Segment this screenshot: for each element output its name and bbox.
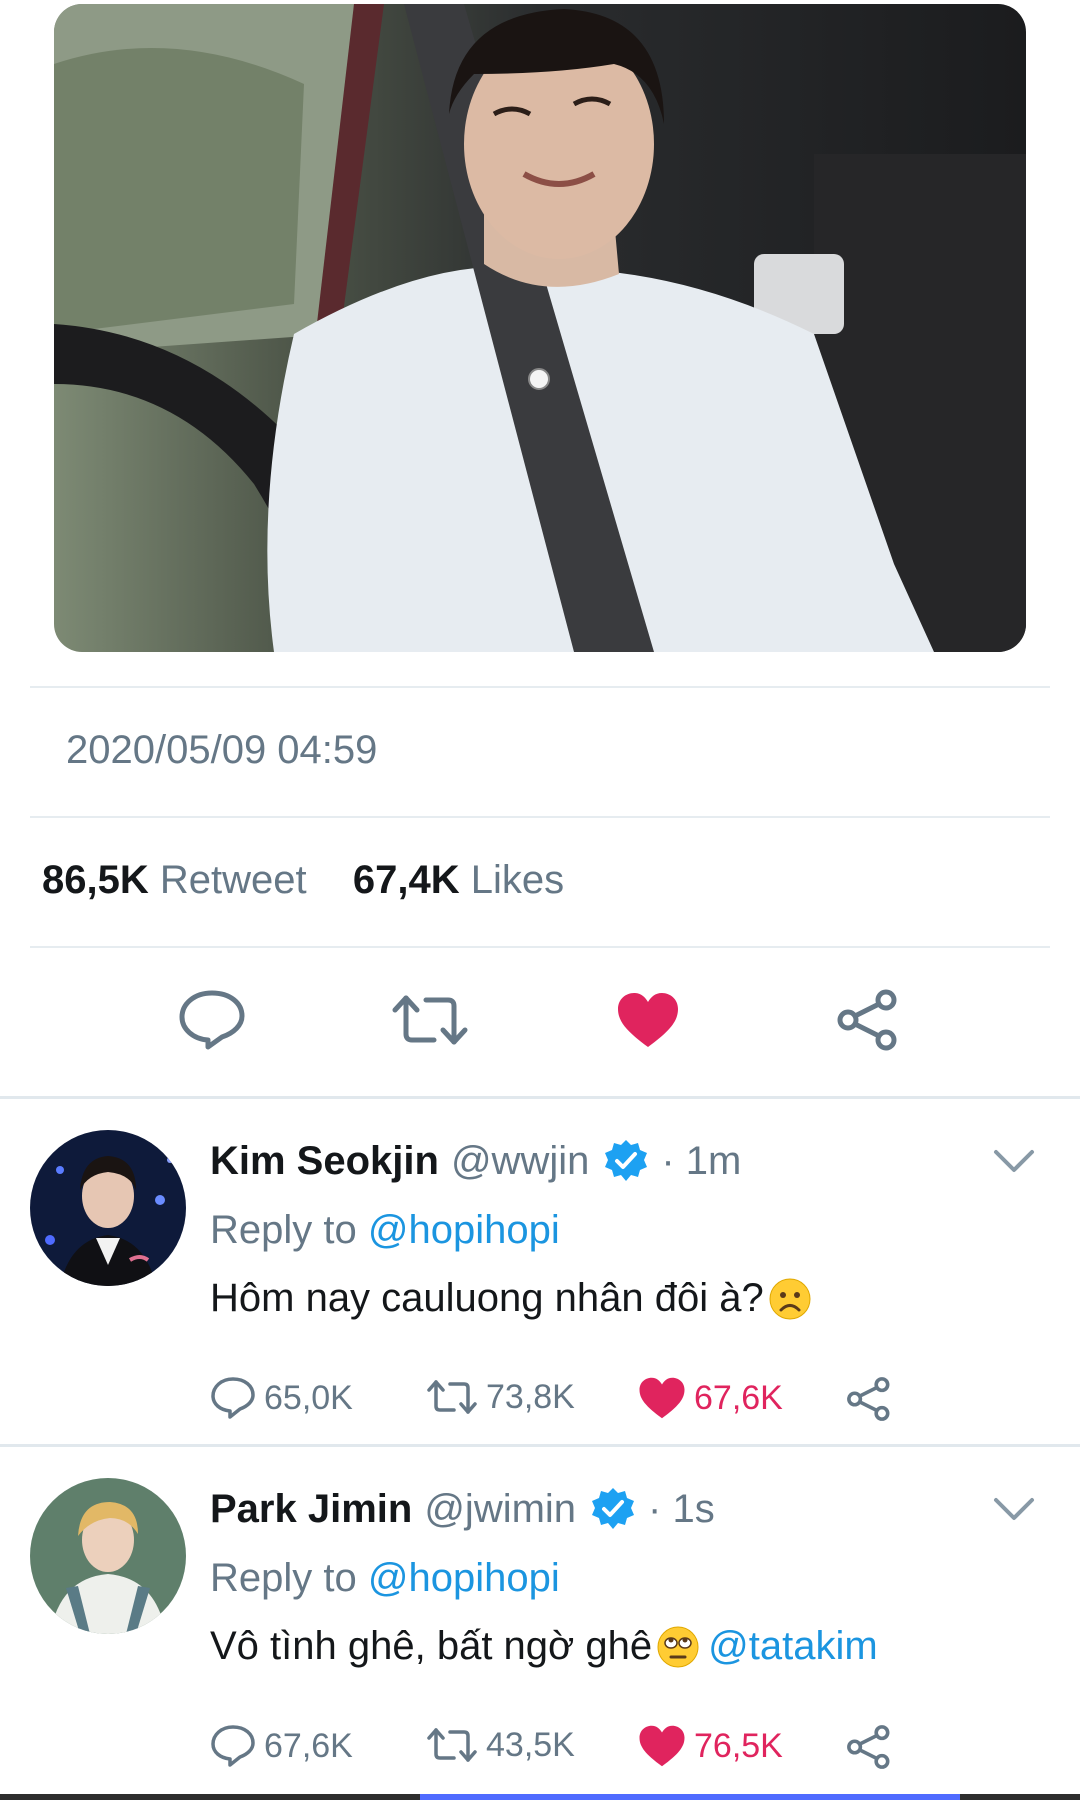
heart-icon — [618, 993, 678, 1047]
reply-text: Vô tình ghê, bất ngờ ghê @tatakim — [210, 1624, 878, 1669]
retweet-label[interactable]: Retweet — [160, 858, 307, 902]
reply-to-label: Reply to — [210, 1208, 357, 1252]
username[interactable]: @wwjin — [451, 1139, 589, 1184]
reply-time: · 1s — [648, 1486, 715, 1531]
share-icon — [837, 989, 897, 1051]
heart-icon — [639, 1377, 685, 1419]
reply-count: 65,0K — [264, 1378, 353, 1417]
divider — [30, 946, 1050, 948]
share-button[interactable] — [846, 1724, 900, 1770]
reply-header: Kim Seokjin @wwjin · 1m — [210, 1138, 741, 1184]
retweet-icon — [427, 1380, 477, 1414]
heart-icon — [639, 1725, 685, 1767]
reply-tweet[interactable]: Park Jimin @jwimin · 1s Reply to @hopiho… — [0, 1448, 1080, 1794]
reply-time: · 1m — [661, 1138, 742, 1183]
reply-to-mention[interactable]: @hopihopi — [368, 1556, 560, 1600]
divider — [30, 816, 1050, 818]
divider — [0, 1444, 1080, 1447]
share-button[interactable] — [826, 978, 910, 1062]
retweet-button[interactable] — [388, 978, 472, 1062]
likes-label[interactable]: Likes — [471, 858, 564, 902]
divider — [30, 686, 1050, 688]
like-count: 76,5K — [694, 1726, 783, 1765]
verified-badge-icon — [603, 1138, 649, 1184]
like-button[interactable]: 67,6K — [638, 1376, 783, 1420]
eye-roll-face-icon — [657, 1626, 699, 1667]
likes-count[interactable]: 67,4K — [353, 858, 460, 902]
reply-button[interactable]: 65,0K — [210, 1376, 353, 1420]
reply-body: Hôm nay cauluong nhân đôi à? — [210, 1276, 764, 1320]
like-button[interactable]: 76,5K — [638, 1724, 783, 1768]
tweet-media-photo[interactable] — [54, 4, 1026, 652]
reply-to-label: Reply to — [210, 1556, 357, 1600]
retweet-icon — [392, 995, 468, 1045]
share-icon — [847, 1725, 890, 1769]
avatar[interactable] — [30, 1130, 186, 1286]
divider — [0, 1096, 1080, 1099]
reply-to-line: Reply to @hopihopi — [210, 1556, 560, 1601]
reply-action-bar: 67,6K 43,5K 76,5K — [210, 1724, 910, 1778]
share-icon — [847, 1377, 890, 1421]
reply-button[interactable]: 67,6K — [210, 1724, 353, 1768]
comment-icon — [211, 1377, 255, 1419]
reply-to-line: Reply to @hopihopi — [210, 1208, 560, 1253]
retweet-button[interactable]: 73,8K — [426, 1376, 575, 1418]
reply-to-mention[interactable]: @hopihopi — [368, 1208, 560, 1252]
retweet-button[interactable]: 43,5K — [426, 1724, 575, 1766]
frowning-face-icon — [769, 1278, 811, 1319]
reply-text: Hôm nay cauluong nhân đôi à? — [210, 1276, 812, 1321]
chevron-down-icon[interactable] — [992, 1148, 1036, 1179]
share-button[interactable] — [846, 1376, 900, 1422]
tweet-action-bar — [0, 978, 1080, 1062]
reply-tweet[interactable]: Kim Seokjin @wwjin · 1m Reply to @hopiho… — [0, 1100, 1080, 1446]
display-name[interactable]: Park Jimin — [210, 1487, 412, 1532]
tweet-stats: 86,5K Retweet 67,4K Likes — [42, 858, 564, 903]
tweet-timestamp: 2020/05/09 04:59 — [66, 728, 378, 772]
retweet-count: 73,8K — [486, 1377, 575, 1416]
like-count: 67,6K — [694, 1378, 783, 1417]
retweet-count[interactable]: 86,5K — [42, 858, 149, 902]
comment-icon — [211, 1725, 255, 1767]
retweet-icon — [427, 1728, 477, 1762]
verified-badge-icon — [590, 1486, 636, 1532]
chevron-down-icon[interactable] — [992, 1496, 1036, 1527]
retweet-count: 43,5K — [486, 1725, 575, 1764]
reply-action-bar: 65,0K 73,8K 67,6K — [210, 1376, 910, 1430]
bottom-nav-indicator — [0, 1794, 1080, 1800]
username[interactable]: @jwimin — [424, 1487, 576, 1532]
like-button[interactable] — [606, 978, 690, 1062]
reply-body: Vô tình ghê, bất ngờ ghê — [210, 1624, 653, 1668]
reply-button[interactable] — [170, 978, 254, 1062]
display-name[interactable]: Kim Seokjin — [210, 1139, 439, 1184]
avatar[interactable] — [30, 1478, 186, 1634]
reply-count: 67,6K — [264, 1726, 353, 1765]
reply-mention[interactable]: @tatakim — [708, 1624, 878, 1669]
reply-header: Park Jimin @jwimin · 1s — [210, 1486, 715, 1532]
comment-icon — [179, 990, 245, 1050]
